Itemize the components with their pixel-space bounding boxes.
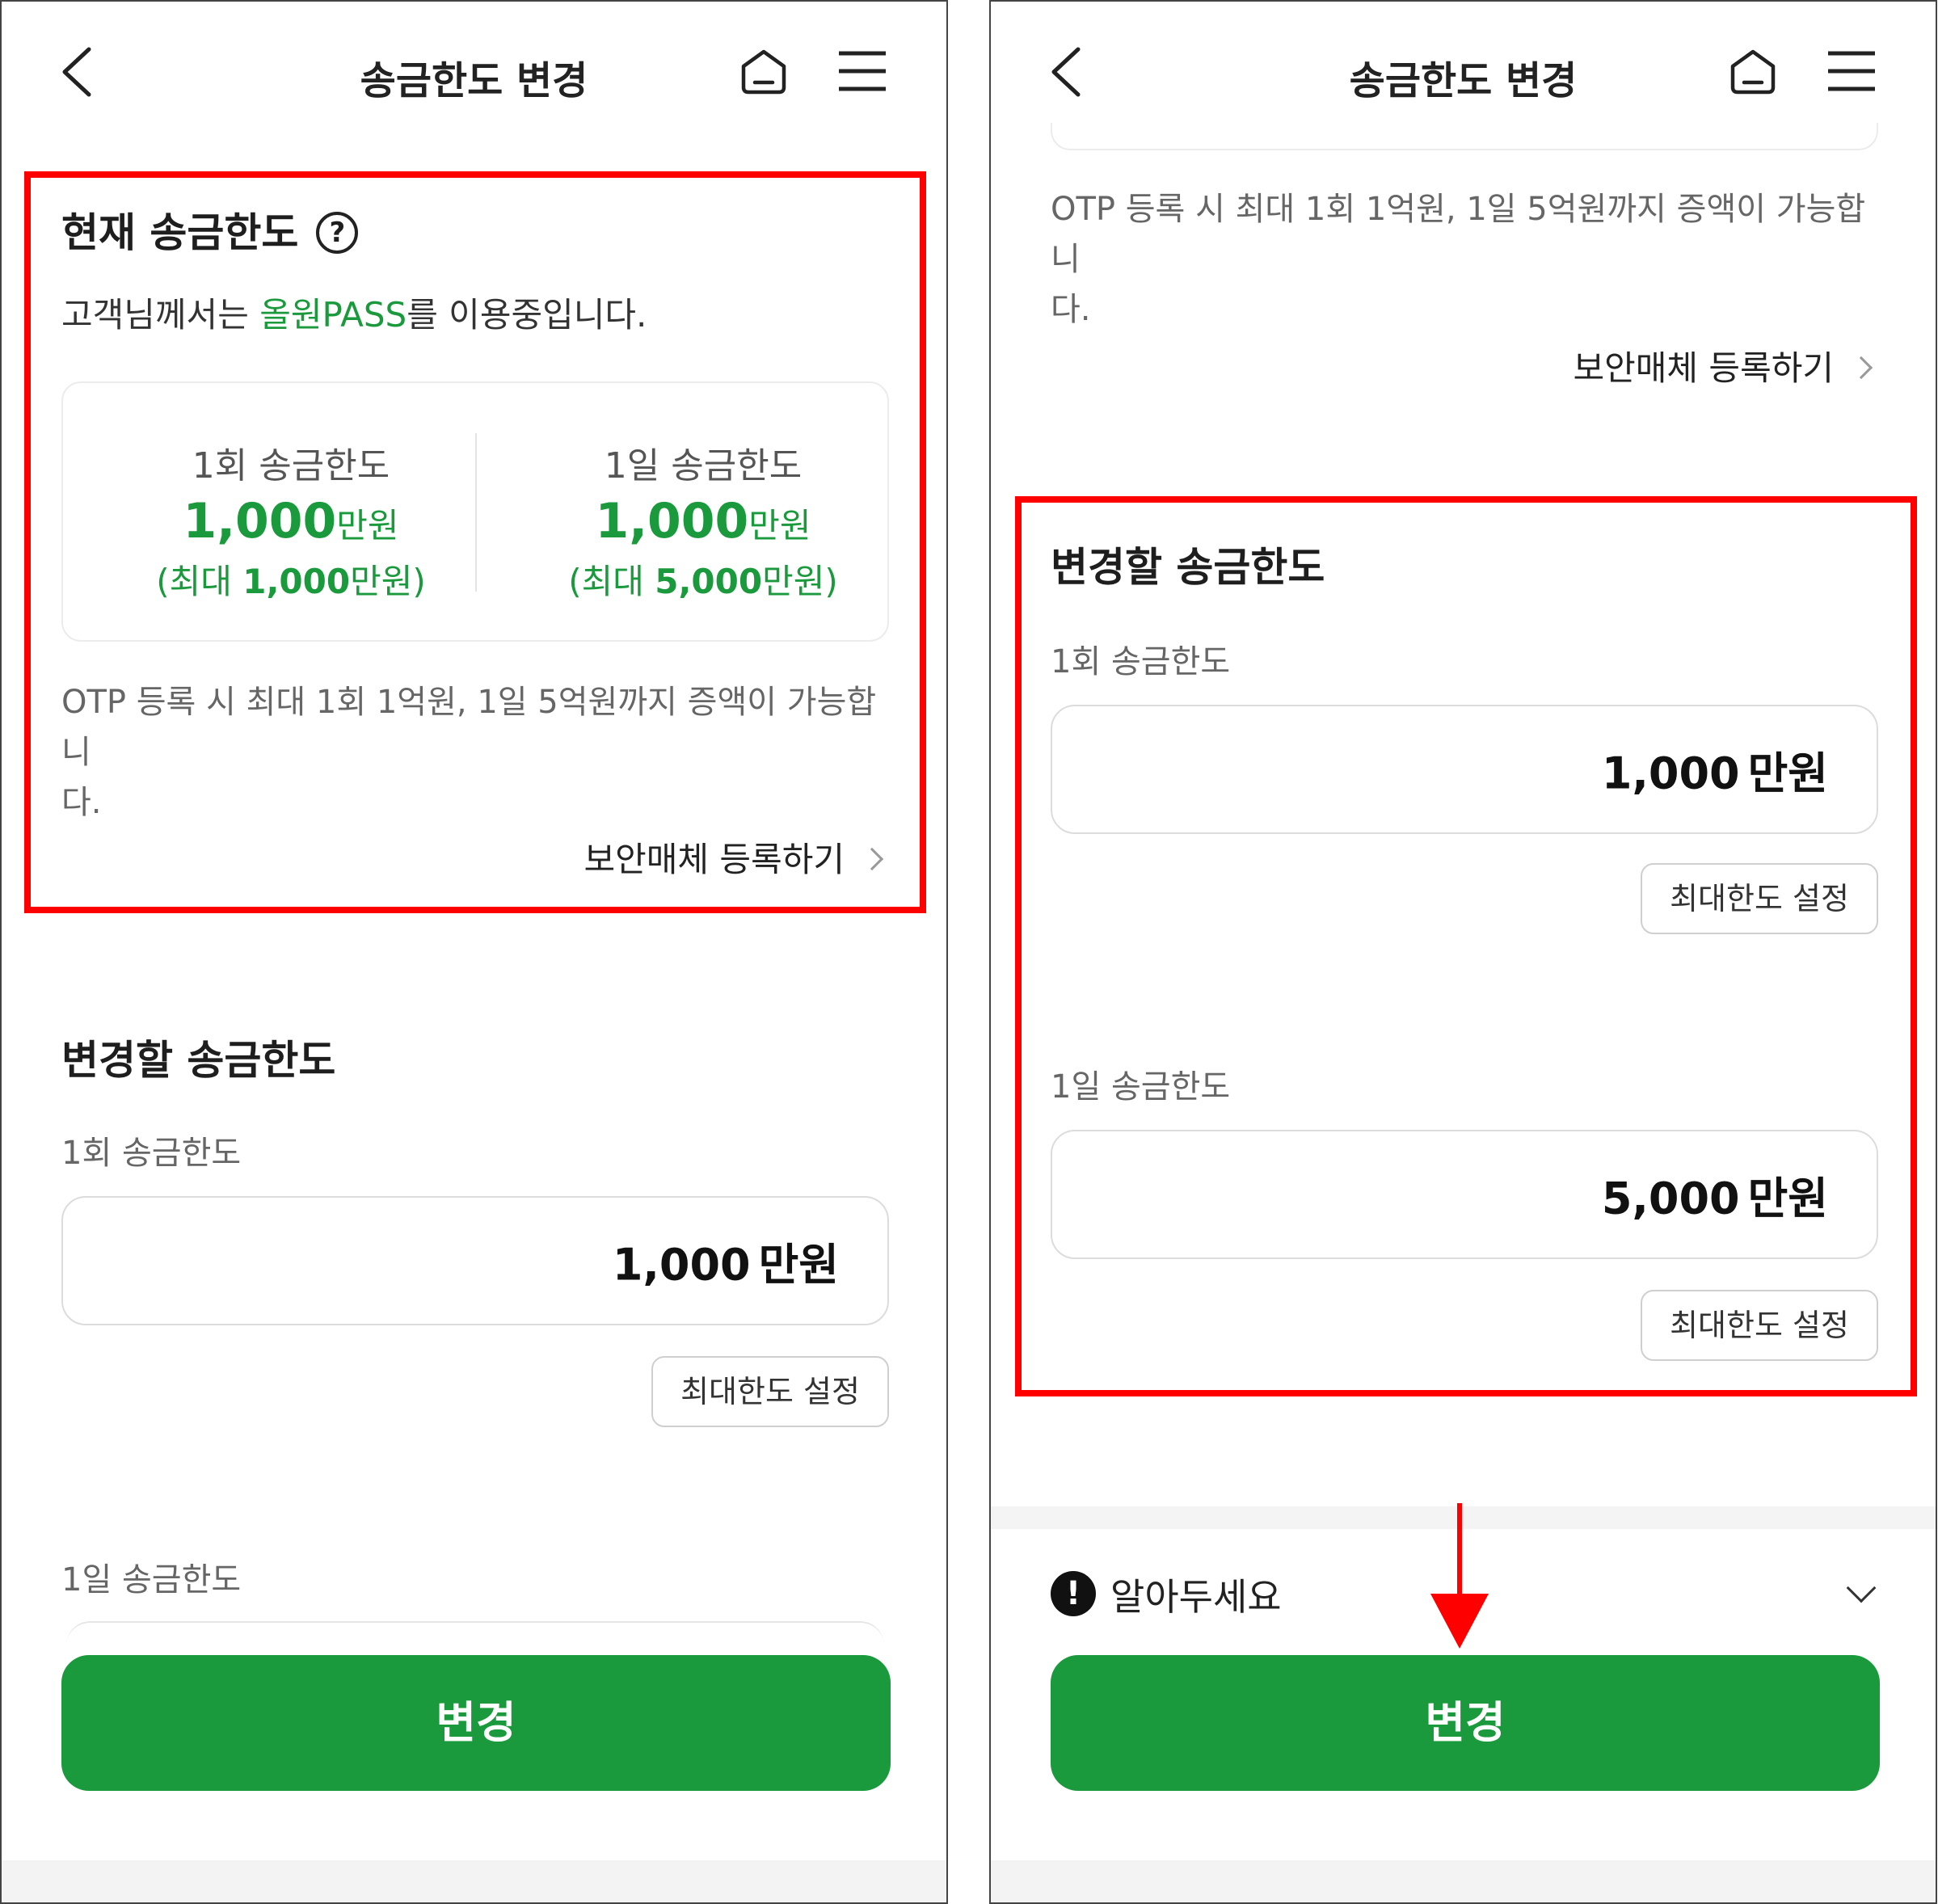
chevron-right-icon	[1849, 356, 1873, 379]
submit-button[interactable]: 변경	[1051, 1655, 1880, 1791]
bottom-bar	[991, 1860, 1936, 1902]
per-transaction-input[interactable]: 1,000 만원	[1051, 705, 1878, 834]
auth-method-name: 올원PASS	[259, 295, 407, 335]
current-limit-heading: 현재 송금한도?	[61, 200, 359, 259]
per-day-input[interactable]: 5,000 만원	[1051, 1130, 1878, 1259]
auth-method-text: 고객님께서는 올원PASS를 이용중입니다.	[61, 295, 647, 335]
per-transaction-label: 1회 송금한도	[61, 1135, 242, 1172]
current-limit-card-edge	[1051, 123, 1878, 150]
right-screen: 송금한도 변경 OTP 등록 시 최대 1회 1억원, 1일 5억원까지 증액이…	[989, 0, 1937, 1904]
otp-note: OTP 등록 시 최대 1회 1억원, 1일 5억원까지 증액이 가능합니 다.	[61, 684, 877, 821]
bottom-bar	[2, 1860, 946, 1902]
per-day-label: 1일 송금한도	[61, 1561, 242, 1599]
otp-note: OTP 등록 시 최대 1회 1억원, 1일 5억원까지 증액이 가능합니 다.	[1051, 191, 1866, 328]
per-day-label: 1일 송금한도	[1051, 1068, 1231, 1106]
current-limit-card: 1회 송금한도 1,000만원 (최대 1,000만원) 1일 송금한도 1,0…	[61, 381, 889, 642]
max-limit-button[interactable]: 최대한도 설정	[651, 1356, 889, 1427]
submit-button[interactable]: 변경	[61, 1655, 891, 1791]
page-title: 송금한도 변경	[1349, 58, 1578, 103]
register-security-link[interactable]: 보안매체 등록하기	[1574, 341, 1873, 390]
divider	[475, 433, 477, 592]
register-security-link[interactable]: 보안매체 등록하기	[584, 832, 884, 882]
chevron-down-icon[interactable]	[1846, 1573, 1877, 1603]
arrow-down-annotation	[1430, 1503, 1489, 1649]
help-icon[interactable]: ?	[316, 211, 359, 254]
left-screen: 송금한도 변경 현재 송금한도? 고객님께서는 올원PASS를 이용중입니다. …	[0, 0, 948, 1904]
exclamation-icon: !	[1051, 1571, 1096, 1616]
max-limit-button[interactable]: 최대한도 설정	[1641, 1290, 1878, 1361]
per-day-limit: 1일 송금한도 1,000만원 (최대 5,000만원)	[568, 445, 838, 601]
page-title: 송금한도 변경	[360, 58, 588, 103]
per-transaction-label: 1회 송금한도	[1051, 643, 1231, 680]
home-icon[interactable]	[740, 48, 787, 95]
change-limit-heading: 변경할 송금한도	[1051, 544, 1325, 591]
change-limit-heading: 변경할 송금한도	[61, 1037, 336, 1084]
home-icon[interactable]	[1729, 48, 1776, 95]
menu-icon[interactable]	[1826, 50, 1877, 92]
per-day-input-partial[interactable]	[66, 1621, 884, 1645]
notice-label[interactable]: 알아두세요	[1110, 1568, 1282, 1621]
per-transaction-input[interactable]: 1,000 만원	[61, 1196, 889, 1325]
highlight-box	[1015, 496, 1917, 1396]
per-transaction-limit: 1회 송금한도 1,000만원 (최대 1,000만원)	[156, 445, 426, 601]
max-limit-button[interactable]: 최대한도 설정	[1641, 863, 1878, 934]
menu-icon[interactable]	[837, 50, 887, 92]
chevron-right-icon	[860, 847, 884, 870]
